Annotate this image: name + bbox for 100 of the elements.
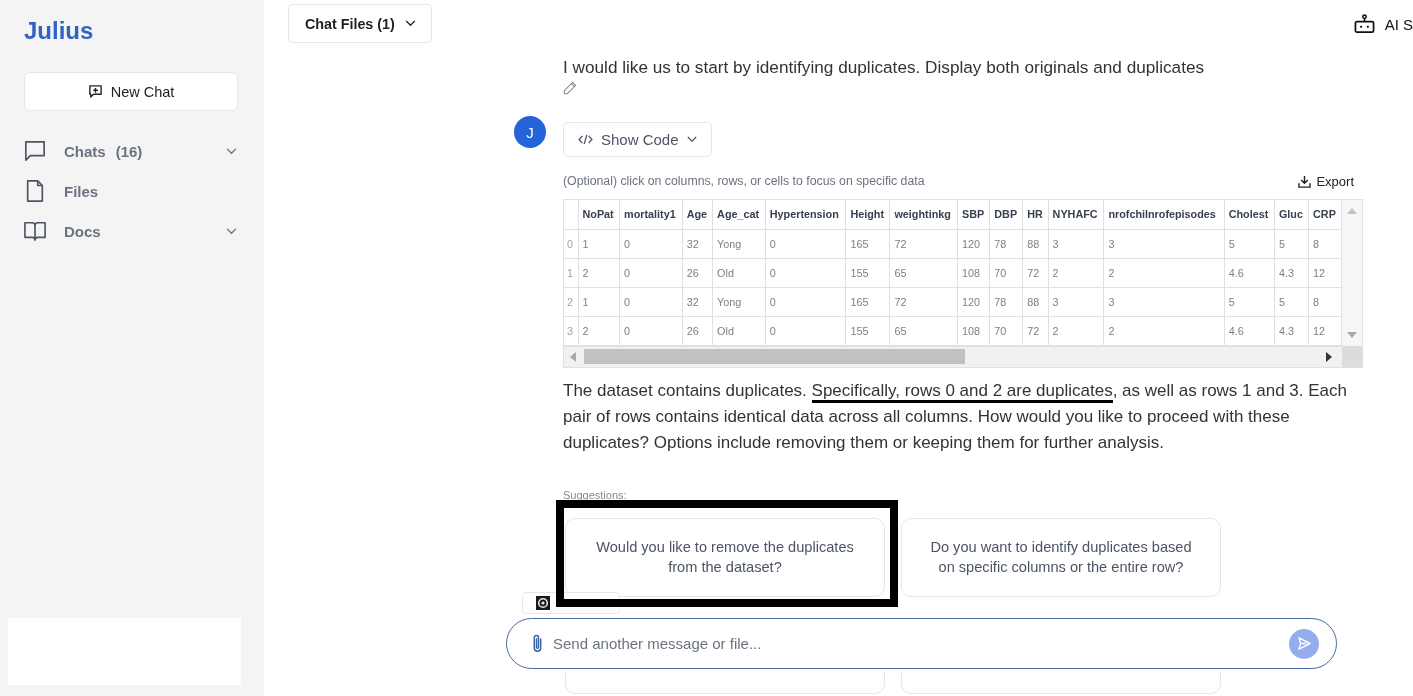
table-cell[interactable]: 2 [1048,258,1104,287]
table-cell[interactable]: 2 [578,258,620,287]
horizontal-scrollbar[interactable] [564,345,1342,367]
suggestion-card[interactable]: Would you like to remove the duplicates from the dataset? [565,517,885,597]
column-header[interactable]: CRP [1308,200,1342,229]
table-cell[interactable]: 88 [1022,229,1049,258]
table-cell[interactable]: 0 [619,258,683,287]
table-cell[interactable]: 165 [845,287,890,316]
table-cell[interactable]: 5 [1224,287,1275,316]
chevron-down-icon[interactable] [226,147,237,155]
scroll-up-icon[interactable] [1347,208,1357,214]
column-header[interactable]: DBP [989,200,1023,229]
table-cell[interactable]: 3 [1048,287,1104,316]
show-code-button[interactable]: Show Code [563,122,712,157]
suggestion-card[interactable]: Do you want to identify duplicates based on specific columns or the entire row? [901,517,1221,597]
table-cell[interactable]: 8 [1308,229,1342,258]
chat-files-button[interactable]: Chat Files (1) [288,4,432,43]
column-header[interactable]: NoPat [578,200,620,229]
column-header[interactable]: mortality1 [619,200,683,229]
message-composer[interactable]: Send another message or file... [506,618,1337,669]
column-header[interactable]: Hypertension [765,200,846,229]
table-cell[interactable]: 0 [619,229,683,258]
table-cell[interactable]: 88 [1022,287,1049,316]
table-cell[interactable]: 4.3 [1274,258,1309,287]
table-cell[interactable]: 0 [765,316,846,345]
table-cell[interactable]: 108 [957,258,990,287]
scroll-down-icon[interactable] [1347,331,1357,338]
nav-item[interactable]: Chats (16) [0,131,264,171]
chevron-down-icon[interactable] [226,227,237,235]
assistant-settings-button[interactable]: AI S [1353,14,1413,34]
table-cell[interactable]: Yong [712,287,766,316]
column-header[interactable]: SBP [957,200,990,229]
table-cell[interactable]: 3 [1103,229,1225,258]
table-cell[interactable]: 70 [989,316,1023,345]
column-header[interactable]: NYHAFC [1048,200,1104,229]
table-cell[interactable]: 120 [957,229,990,258]
table-cell[interactable]: Old [712,316,766,345]
table-cell[interactable]: 0 [765,287,846,316]
vertical-scrollbar[interactable] [1342,200,1362,346]
edit-pencil-icon[interactable] [563,81,577,95]
send-button[interactable] [1289,628,1319,659]
table-cell[interactable]: 155 [845,258,890,287]
table-cell[interactable]: 70 [989,258,1023,287]
table-cell[interactable]: 65 [889,258,958,287]
app-logo[interactable]: Julius [24,16,94,46]
table-cell[interactable]: 72 [1022,316,1049,345]
paperclip-icon[interactable] [532,633,543,654]
table-cell[interactable]: 5 [1224,229,1275,258]
table-cell[interactable]: 3 [1103,287,1225,316]
nav-item[interactable]: Docs [0,211,264,251]
export-button[interactable]: Export [1298,173,1354,189]
row-index[interactable]: 1 [564,258,578,287]
column-header[interactable]: Cholest [1224,200,1275,229]
scrollbar-thumb[interactable] [584,349,965,364]
table-cell[interactable]: 72 [1022,258,1049,287]
table-cell[interactable]: 155 [845,316,890,345]
table-cell[interactable]: Yong [712,229,766,258]
row-index[interactable]: 0 [564,229,578,258]
table-cell[interactable]: 4.6 [1224,258,1275,287]
table-cell[interactable]: 5 [1274,229,1309,258]
table-cell[interactable]: 8 [1308,287,1342,316]
column-header[interactable]: nrofchilnrofepisodes [1103,200,1225,229]
table-cell[interactable]: 26 [682,258,713,287]
table-cell[interactable]: 32 [682,229,713,258]
table-cell[interactable]: Old [712,258,766,287]
column-header[interactable]: Height [845,200,890,229]
table-cell[interactable]: 2 [1103,258,1225,287]
table-cell[interactable]: 72 [889,229,958,258]
table-cell[interactable]: 65 [889,316,958,345]
column-header[interactable]: Gluc [1274,200,1309,229]
table-cell[interactable]: 78 [989,287,1023,316]
table-cell[interactable]: 2 [578,316,620,345]
scroll-right-icon[interactable] [1326,351,1332,362]
table-cell[interactable]: 1 [578,229,620,258]
column-header[interactable]: HR [1022,200,1049,229]
table-cell[interactable]: 32 [682,287,713,316]
table-cell[interactable]: 0 [619,287,683,316]
new-chat-button[interactable]: New Chat [24,72,238,111]
table-cell[interactable]: 5 [1274,287,1309,316]
table-cell[interactable]: 12 [1308,258,1342,287]
table-cell[interactable]: 3 [1048,229,1104,258]
table-cell[interactable]: 12 [1308,316,1342,345]
table-cell[interactable]: 0 [619,316,683,345]
message-input[interactable]: Send another message or file... [553,635,1289,652]
table-cell[interactable]: 0 [765,258,846,287]
table-cell[interactable]: 108 [957,316,990,345]
nav-item[interactable]: Files [0,171,264,211]
suggestion-card[interactable] [565,671,885,694]
table-cell[interactable]: 165 [845,229,890,258]
column-header[interactable]: Age_cat [712,200,766,229]
table-cell[interactable]: 72 [889,287,958,316]
table-cell[interactable]: 120 [957,287,990,316]
suggestion-card[interactable] [901,671,1221,694]
table-cell[interactable]: 2 [1103,316,1225,345]
table-cell[interactable]: 2 [1048,316,1104,345]
table-cell[interactable]: 26 [682,316,713,345]
table-cell[interactable]: 78 [989,229,1023,258]
row-index[interactable]: 3 [564,316,578,345]
column-header[interactable]: weightinkg [889,200,958,229]
row-index[interactable]: 2 [564,287,578,316]
